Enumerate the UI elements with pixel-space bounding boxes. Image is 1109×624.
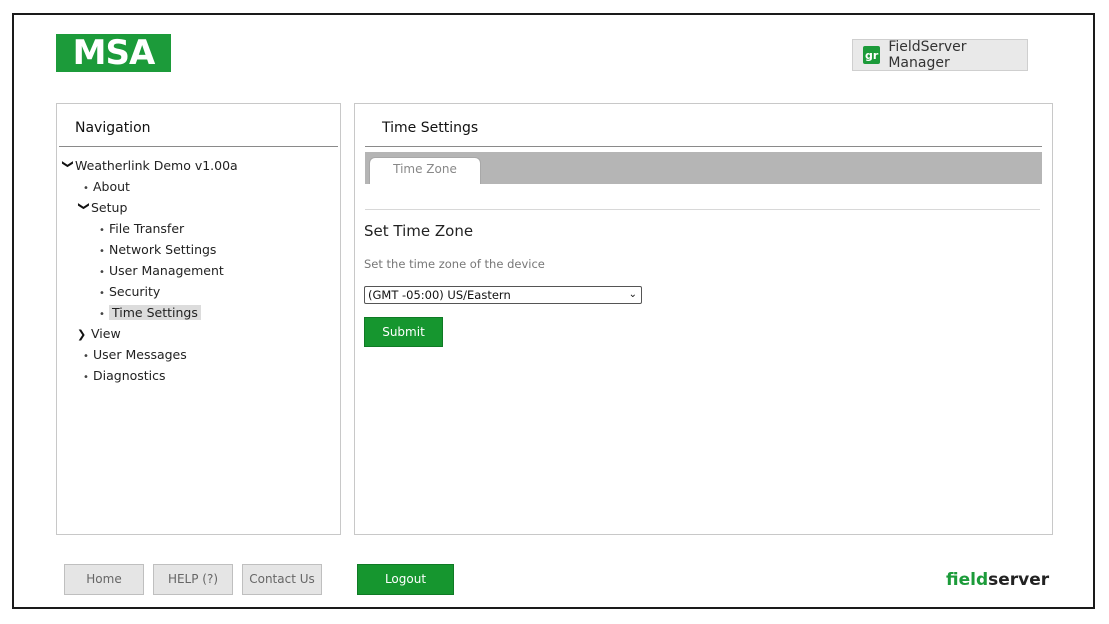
bullet-icon: • — [83, 183, 89, 194]
nav-item-label: Diagnostics — [93, 368, 166, 383]
chevron-down-icon[interactable]: ❯ — [59, 160, 78, 174]
fieldserver-manager-button[interactable]: gr FieldServer Manager — [852, 39, 1028, 71]
navigation-panel: Navigation ❯Weatherlink Demo v1.00a • Abo… — [56, 103, 341, 535]
nav-item-label-selected: Time Settings — [109, 305, 201, 320]
logout-button[interactable]: Logout — [357, 564, 454, 595]
tab-time-zone[interactable]: Time Zone — [369, 157, 481, 184]
nav-item-label: View — [91, 326, 121, 341]
bullet-icon: • — [99, 246, 105, 257]
section-title: Set Time Zone — [364, 222, 474, 240]
nav-item-network-settings[interactable]: • Network Settings — [99, 240, 216, 259]
nav-item-view[interactable]: ❯ View — [77, 324, 121, 343]
chevron-down-icon[interactable]: ❯ — [75, 202, 94, 216]
nav-item-user-messages[interactable]: • User Messages — [83, 345, 187, 364]
nav-item-time-settings[interactable]: • Time Settings — [99, 303, 201, 322]
nav-item-setup[interactable]: ❯Setup — [75, 198, 128, 217]
bullet-icon: • — [83, 351, 89, 362]
nav-item-user-management[interactable]: • User Management — [99, 261, 224, 280]
page-title: Time Settings — [382, 120, 479, 136]
contact-us-button[interactable]: Contact Us — [242, 564, 322, 595]
fieldserver-manager-label: FieldServer Manager — [888, 39, 967, 71]
brand-server-text: server — [988, 570, 1050, 590]
section-divider — [365, 209, 1040, 210]
nav-item-root[interactable]: ❯Weatherlink Demo v1.00a — [61, 156, 238, 175]
nav-item-label: File Transfer — [109, 221, 185, 236]
page-title-divider — [365, 146, 1042, 147]
timezone-select[interactable]: (GMT -05:00) US/Eastern ⌄ — [364, 286, 642, 304]
nav-item-about[interactable]: • About — [83, 177, 130, 196]
brand-field-text: field — [946, 570, 989, 590]
home-button[interactable]: Home — [64, 564, 144, 595]
bullet-icon: • — [99, 288, 105, 299]
bullet-icon: • — [83, 372, 89, 383]
tab-bar: Time Zone — [365, 152, 1042, 184]
help-button[interactable]: HELP (?) — [153, 564, 233, 595]
nav-item-label: Setup — [91, 200, 128, 215]
fieldserver-manager-icon: gr — [863, 46, 881, 64]
nav-item-file-transfer[interactable]: • File Transfer — [99, 219, 184, 238]
bullet-icon: • — [99, 267, 105, 278]
nav-item-security[interactable]: • Security — [99, 282, 160, 301]
nav-item-diagnostics[interactable]: • Diagnostics — [83, 366, 166, 385]
timezone-select-value: (GMT -05:00) US/Eastern — [368, 288, 511, 302]
section-description: Set the time zone of the device — [364, 257, 545, 271]
main-panel: Time Settings Time Zone Set Time Zone Se… — [354, 103, 1053, 535]
msa-logo: MSA — [56, 34, 171, 72]
nav-item-label: User Messages — [93, 347, 187, 362]
nav-item-label: User Management — [109, 263, 224, 278]
bullet-icon: • — [99, 309, 105, 320]
nav-item-label: About — [93, 179, 130, 194]
navigation-divider — [59, 146, 338, 147]
chevron-right-icon[interactable]: ❯ — [77, 325, 91, 344]
nav-item-label: Network Settings — [109, 242, 217, 257]
submit-button[interactable]: Submit — [364, 317, 443, 347]
chevron-down-icon: ⌄ — [628, 289, 637, 300]
fieldserver-logo: fieldserver — [946, 570, 1049, 590]
bullet-icon: • — [99, 225, 105, 236]
nav-item-label: Security — [109, 284, 161, 299]
nav-item-label: Weatherlink Demo v1.00a — [75, 158, 238, 173]
navigation-title: Navigation — [75, 120, 151, 136]
